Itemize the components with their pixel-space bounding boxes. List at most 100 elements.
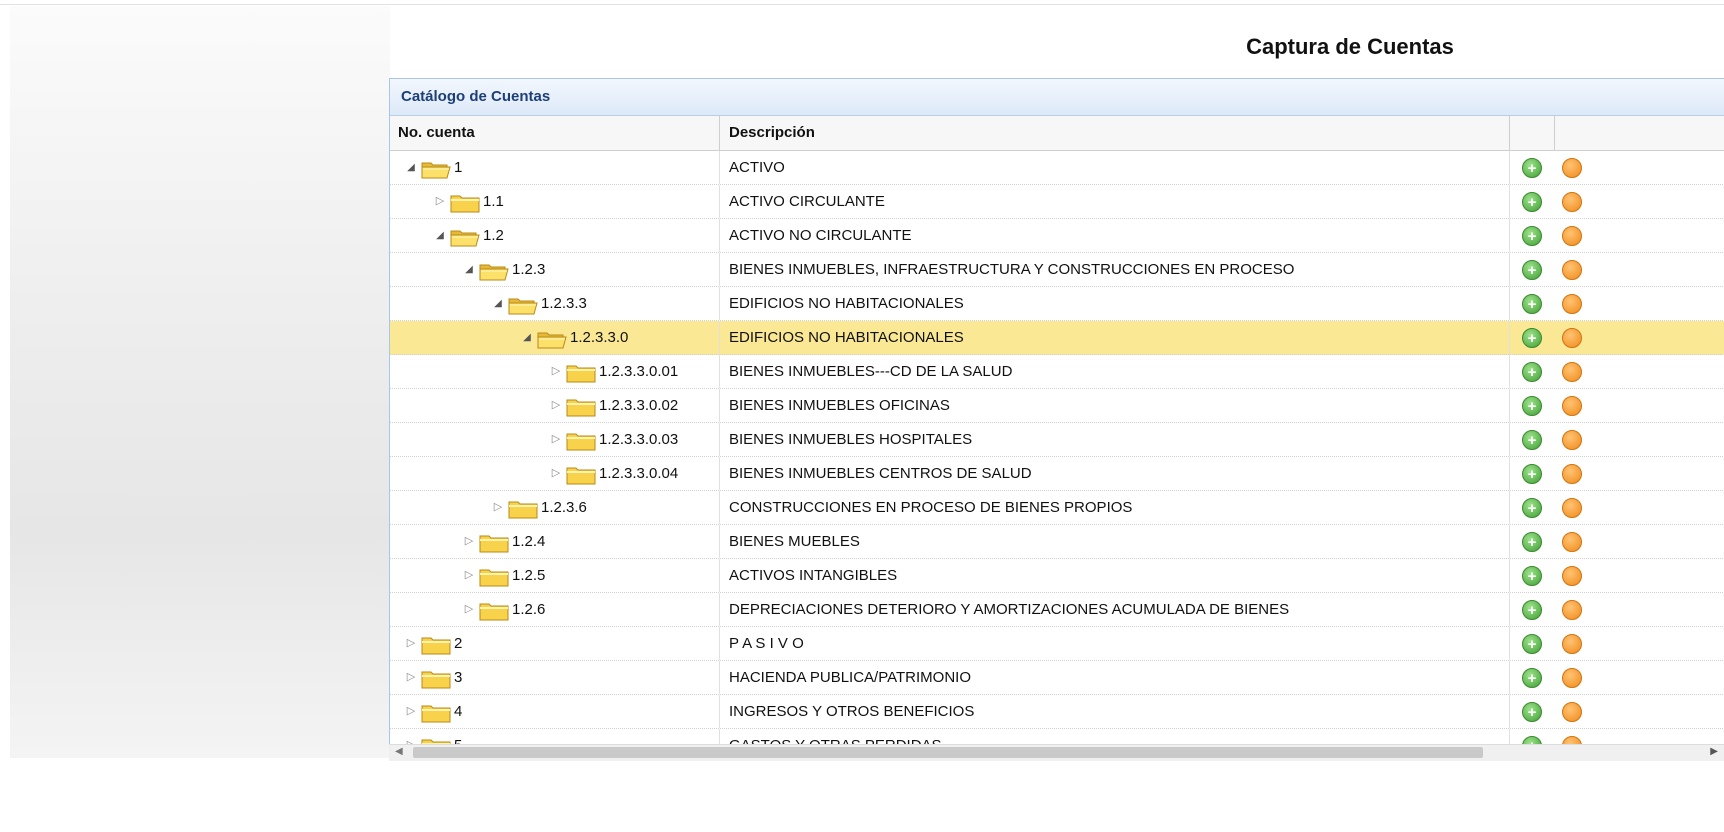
triangle-collapsed-icon[interactable]: ▷	[404, 661, 418, 694]
folder-closed-icon	[421, 634, 451, 654]
column-header-descripcion[interactable]: Descripción	[720, 116, 1510, 150]
tree-row[interactable]: ◢ 1 ACTIVO +	[390, 151, 1724, 185]
edit-cell	[1554, 253, 1724, 286]
triangle-collapsed-icon[interactable]: ▷	[549, 355, 563, 388]
tree-row[interactable]: ◢ 1.2.3.3.0 EDIFICIOS NO HABITACIONALES +	[390, 321, 1724, 355]
account-number-cell: ▷ 1.2.5	[390, 559, 720, 592]
column-header-no-cuenta[interactable]: No. cuenta	[390, 116, 720, 150]
column-header-add	[1510, 116, 1555, 150]
add-icon[interactable]: +	[1522, 361, 1542, 382]
triangle-collapsed-icon[interactable]: ▷	[462, 559, 476, 592]
add-icon[interactable]: +	[1522, 599, 1542, 620]
add-cell: +	[1510, 593, 1554, 626]
triangle-collapsed-icon[interactable]: ▷	[433, 185, 447, 218]
tree-row[interactable]: ▷ 4 INGRESOS Y OTROS BENEFICIOS +	[390, 695, 1724, 729]
triangle-expanded-icon[interactable]: ◢	[491, 287, 505, 320]
account-description: CONSTRUCCIONES EN PROCESO DE BIENES PROP…	[720, 491, 1510, 524]
account-number: 1.2.3.6	[541, 499, 587, 516]
edit-icon[interactable]	[1562, 327, 1582, 348]
account-description: ACTIVO NO CIRCULANTE	[720, 219, 1510, 252]
tree-row[interactable]: ▷ 1.2.3.3.0.01 BIENES INMUEBLES---CD DE LA…	[390, 355, 1724, 389]
scrollbar-thumb[interactable]	[413, 747, 1483, 758]
triangle-collapsed-icon[interactable]: ▷	[549, 423, 563, 456]
edit-icon[interactable]	[1562, 429, 1582, 450]
triangle-collapsed-icon[interactable]: ▷	[462, 593, 476, 626]
triangle-expanded-icon[interactable]: ◢	[520, 321, 534, 354]
tree-row[interactable]: ▷ 1.2.3.6 CONSTRUCCIONES EN PROCESO DE BIE…	[390, 491, 1724, 525]
triangle-expanded-icon[interactable]: ◢	[404, 151, 418, 184]
account-number-cell: ◢ 1.2.3	[390, 253, 720, 286]
edit-icon[interactable]	[1562, 259, 1582, 280]
triangle-expanded-icon[interactable]: ◢	[433, 219, 447, 252]
triangle-collapsed-icon[interactable]: ▷	[491, 491, 505, 524]
tree-row[interactable]: ▷ 2 P A S I V O +	[390, 627, 1724, 661]
tree-row[interactable]: ▷ 1.1 ACTIVO CIRCULANTE +	[390, 185, 1724, 219]
add-cell: +	[1510, 559, 1554, 592]
triangle-collapsed-icon[interactable]: ▷	[549, 389, 563, 422]
tree-row[interactable]: ▷ 3 HACIENDA PUBLICA/PATRIMONIO +	[390, 661, 1724, 695]
add-icon[interactable]: +	[1522, 395, 1542, 416]
account-number-cell: ▷ 3	[390, 661, 720, 694]
account-number-cell: ▷ 1.2.3.3.0.02	[390, 389, 720, 422]
account-description: INGRESOS Y OTROS BENEFICIOS	[720, 695, 1510, 728]
edit-cell	[1554, 559, 1724, 592]
edit-icon[interactable]	[1562, 701, 1582, 722]
edit-cell	[1554, 423, 1724, 456]
edit-icon[interactable]	[1562, 395, 1582, 416]
folder-closed-icon	[421, 702, 451, 722]
add-icon[interactable]: +	[1522, 327, 1542, 348]
add-cell: +	[1510, 627, 1554, 660]
edit-icon[interactable]	[1562, 565, 1582, 586]
triangle-collapsed-icon[interactable]: ▷	[549, 457, 563, 490]
add-icon[interactable]: +	[1522, 429, 1542, 450]
add-cell: +	[1510, 423, 1554, 456]
triangle-collapsed-icon[interactable]: ▷	[462, 525, 476, 558]
add-icon[interactable]: +	[1522, 701, 1542, 722]
edit-icon[interactable]	[1562, 463, 1582, 484]
edit-icon[interactable]	[1562, 599, 1582, 620]
account-number-cell: ▷ 1.2.3.3.0.04	[390, 457, 720, 490]
tree-row[interactable]: ◢ 1.2.3.3 EDIFICIOS NO HABITACIONALES +	[390, 287, 1724, 321]
account-description: DEPRECIACIONES DETERIORO Y AMORTIZACIONE…	[720, 593, 1510, 626]
tree-row[interactable]: ▷ 1.2.3.3.0.04 BIENES INMUEBLES CENTROS DE…	[390, 457, 1724, 491]
account-description: EDIFICIOS NO HABITACIONALES	[720, 321, 1510, 354]
folder-open-icon	[450, 226, 480, 246]
edit-icon[interactable]	[1562, 497, 1582, 518]
edit-icon[interactable]	[1562, 191, 1582, 212]
tree-row[interactable]: ▷ 1.2.3.3.0.03 BIENES INMUEBLES HOSPITALES…	[390, 423, 1724, 457]
add-icon[interactable]: +	[1522, 225, 1542, 246]
tree-row[interactable]: ▷ 1.2.3.3.0.02 BIENES INMUEBLES OFICINAS +	[390, 389, 1724, 423]
add-icon[interactable]: +	[1522, 463, 1542, 484]
tree-row[interactable]: ▷ 1.2.6 DEPRECIACIONES DETERIORO Y AMORTIZ…	[390, 593, 1724, 627]
add-cell: +	[1510, 661, 1554, 694]
tree-row[interactable]: ◢ 1.2 ACTIVO NO CIRCULANTE +	[390, 219, 1724, 253]
add-icon[interactable]: +	[1522, 191, 1542, 212]
triangle-collapsed-icon[interactable]: ▷	[404, 627, 418, 660]
edit-cell	[1554, 287, 1724, 320]
scroll-left-icon[interactable]: ◀	[395, 746, 403, 757]
tree-row[interactable]: ▷ 1.2.5 ACTIVOS INTANGIBLES +	[390, 559, 1724, 593]
triangle-collapsed-icon[interactable]: ▷	[404, 695, 418, 728]
edit-icon[interactable]	[1562, 531, 1582, 552]
add-icon[interactable]: +	[1522, 565, 1542, 586]
add-icon[interactable]: +	[1522, 667, 1542, 688]
folder-open-icon	[479, 260, 509, 280]
edit-icon[interactable]	[1562, 157, 1582, 178]
edit-icon[interactable]	[1562, 667, 1582, 688]
add-icon[interactable]: +	[1522, 157, 1542, 178]
add-icon[interactable]: +	[1522, 293, 1542, 314]
triangle-expanded-icon[interactable]: ◢	[462, 253, 476, 286]
add-icon[interactable]: +	[1522, 633, 1542, 654]
scroll-right-icon[interactable]: ▶	[1710, 746, 1718, 757]
edit-icon[interactable]	[1562, 633, 1582, 654]
edit-icon[interactable]	[1562, 293, 1582, 314]
add-icon[interactable]: +	[1522, 497, 1542, 518]
tree-row[interactable]: ▷ 1.2.4 BIENES MUEBLES +	[390, 525, 1724, 559]
edit-icon[interactable]	[1562, 225, 1582, 246]
horizontal-scrollbar[interactable]: ◀ ▶	[389, 744, 1724, 761]
edit-cell	[1554, 491, 1724, 524]
edit-icon[interactable]	[1562, 361, 1582, 382]
add-icon[interactable]: +	[1522, 531, 1542, 552]
tree-row[interactable]: ◢ 1.2.3 BIENES INMUEBLES, INFRAESTRUCTURA …	[390, 253, 1724, 287]
add-icon[interactable]: +	[1522, 259, 1542, 280]
